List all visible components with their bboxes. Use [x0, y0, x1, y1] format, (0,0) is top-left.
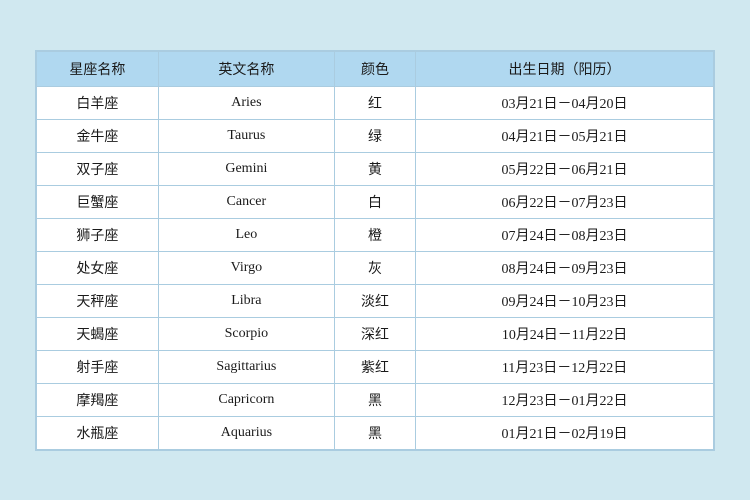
- cell-english: Virgo: [158, 251, 334, 284]
- table-row: 水瓶座Aquarius黑01月21日－02月19日: [37, 416, 714, 449]
- cell-date: 09月24日－10月23日: [416, 284, 714, 317]
- cell-color: 绿: [334, 119, 415, 152]
- table-row: 天蝎座Scorpio深红10月24日－11月22日: [37, 317, 714, 350]
- table-row: 白羊座Aries红03月21日－04月20日: [37, 86, 714, 119]
- cell-english: Libra: [158, 284, 334, 317]
- cell-date: 08月24日－09月23日: [416, 251, 714, 284]
- cell-date: 10月24日－11月22日: [416, 317, 714, 350]
- table-row: 双子座Gemini黄05月22日－06月21日: [37, 152, 714, 185]
- zodiac-table-container: 星座名称 英文名称 颜色 出生日期（阳历） 白羊座Aries红03月21日－04…: [35, 50, 715, 451]
- header-color: 颜色: [334, 51, 415, 86]
- header-chinese: 星座名称: [37, 51, 159, 86]
- cell-date: 05月22日－06月21日: [416, 152, 714, 185]
- table-row: 狮子座Leo橙07月24日－08月23日: [37, 218, 714, 251]
- cell-color: 紫红: [334, 350, 415, 383]
- cell-chinese: 白羊座: [37, 86, 159, 119]
- cell-color: 白: [334, 185, 415, 218]
- cell-english: Gemini: [158, 152, 334, 185]
- cell-date: 07月24日－08月23日: [416, 218, 714, 251]
- cell-chinese: 双子座: [37, 152, 159, 185]
- cell-date: 03月21日－04月20日: [416, 86, 714, 119]
- table-body: 白羊座Aries红03月21日－04月20日金牛座Taurus绿04月21日－0…: [37, 86, 714, 449]
- table-row: 天秤座Libra淡红09月24日－10月23日: [37, 284, 714, 317]
- cell-english: Scorpio: [158, 317, 334, 350]
- cell-chinese: 金牛座: [37, 119, 159, 152]
- cell-color: 黄: [334, 152, 415, 185]
- cell-color: 黑: [334, 416, 415, 449]
- cell-english: Taurus: [158, 119, 334, 152]
- cell-color: 灰: [334, 251, 415, 284]
- cell-date: 04月21日－05月21日: [416, 119, 714, 152]
- cell-chinese: 天秤座: [37, 284, 159, 317]
- cell-color: 黑: [334, 383, 415, 416]
- cell-chinese: 处女座: [37, 251, 159, 284]
- cell-chinese: 狮子座: [37, 218, 159, 251]
- cell-chinese: 摩羯座: [37, 383, 159, 416]
- table-header-row: 星座名称 英文名称 颜色 出生日期（阳历）: [37, 51, 714, 86]
- table-row: 金牛座Taurus绿04月21日－05月21日: [37, 119, 714, 152]
- cell-color: 淡红: [334, 284, 415, 317]
- cell-color: 红: [334, 86, 415, 119]
- cell-english: Capricorn: [158, 383, 334, 416]
- cell-english: Aries: [158, 86, 334, 119]
- cell-english: Cancer: [158, 185, 334, 218]
- cell-chinese: 射手座: [37, 350, 159, 383]
- cell-chinese: 水瓶座: [37, 416, 159, 449]
- cell-english: Sagittarius: [158, 350, 334, 383]
- cell-chinese: 巨蟹座: [37, 185, 159, 218]
- zodiac-table: 星座名称 英文名称 颜色 出生日期（阳历） 白羊座Aries红03月21日－04…: [36, 51, 714, 450]
- table-row: 处女座Virgo灰08月24日－09月23日: [37, 251, 714, 284]
- cell-date: 06月22日－07月23日: [416, 185, 714, 218]
- header-date: 出生日期（阳历）: [416, 51, 714, 86]
- cell-chinese: 天蝎座: [37, 317, 159, 350]
- table-row: 摩羯座Capricorn黑12月23日－01月22日: [37, 383, 714, 416]
- cell-english: Aquarius: [158, 416, 334, 449]
- cell-date: 12月23日－01月22日: [416, 383, 714, 416]
- table-row: 射手座Sagittarius紫红11月23日－12月22日: [37, 350, 714, 383]
- header-english: 英文名称: [158, 51, 334, 86]
- cell-english: Leo: [158, 218, 334, 251]
- cell-date: 11月23日－12月22日: [416, 350, 714, 383]
- cell-color: 深红: [334, 317, 415, 350]
- table-row: 巨蟹座Cancer白06月22日－07月23日: [37, 185, 714, 218]
- cell-color: 橙: [334, 218, 415, 251]
- cell-date: 01月21日－02月19日: [416, 416, 714, 449]
